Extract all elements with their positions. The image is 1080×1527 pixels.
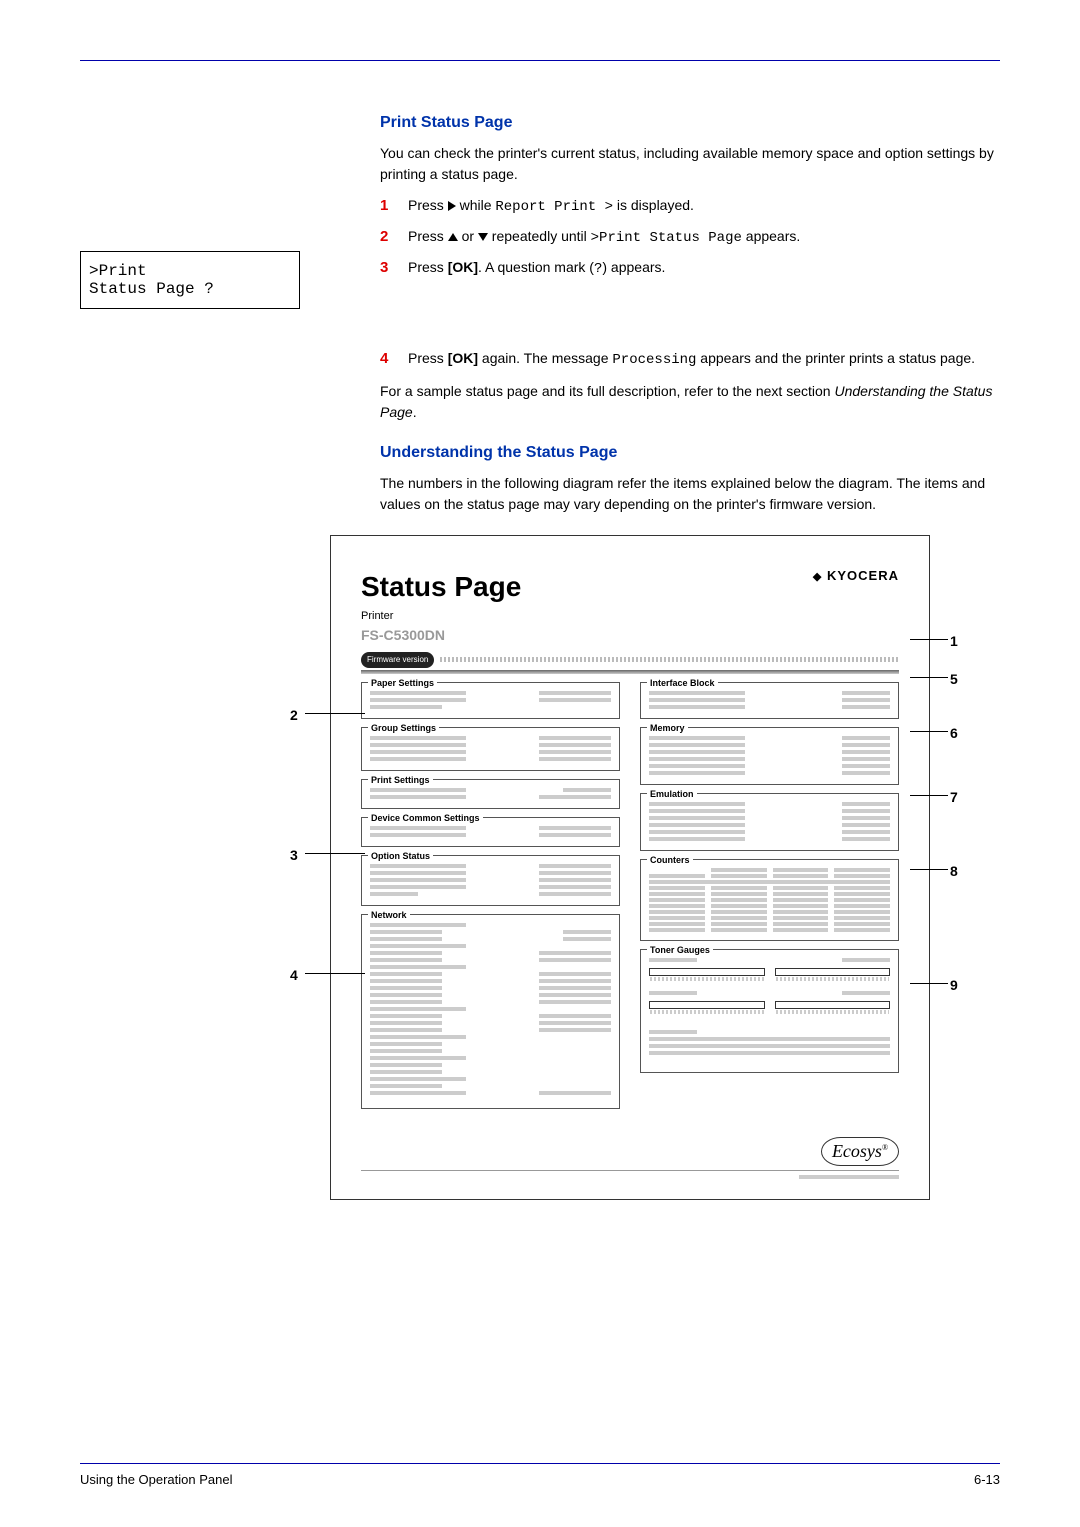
callout-7: 7: [950, 787, 958, 808]
step-4: 4 Press [OK] again. The message Processi…: [380, 348, 1000, 371]
step-3-num: 3: [380, 257, 396, 280]
status-page-mock: Status Page Printer FS-C5300DN ◆ KYOCERA…: [330, 535, 930, 1200]
kyocera-logo: ◆ KYOCERA: [813, 566, 899, 586]
heading-print-status: Print Status Page: [380, 111, 1000, 135]
lcd-line1: >Print: [89, 262, 291, 280]
heading-understanding: Understanding the Status Page: [380, 441, 1000, 465]
down-arrow-icon: [478, 233, 488, 241]
lcd-display: >Print Status Page ?: [80, 251, 300, 309]
callout-8: 8: [950, 861, 958, 882]
callout-3: 3: [290, 845, 298, 866]
firmware-label: Firmware version: [361, 652, 434, 668]
callout-5: 5: [950, 669, 958, 690]
after-text: For a sample status page and its full de…: [380, 381, 1000, 423]
callout-4: 4: [290, 965, 298, 986]
up-arrow-icon: [448, 233, 458, 241]
intro-text: You can check the printer's current stat…: [380, 143, 1000, 185]
right-arrow-icon: [448, 201, 456, 211]
callout-6: 6: [950, 723, 958, 744]
step-4-num: 4: [380, 348, 396, 371]
step-1: 1 Press while Report Print > is displaye…: [380, 195, 1000, 218]
step-1-num: 1: [380, 195, 396, 218]
callout-2: 2: [290, 705, 298, 726]
lcd-line2: Status Page ?: [89, 280, 291, 298]
footer-left: Using the Operation Panel: [80, 1472, 232, 1487]
step-2: 2 Press or repeatedly until >Print Statu…: [380, 226, 1000, 249]
callout-9: 9: [950, 975, 958, 996]
callout-1: 1: [950, 631, 958, 652]
footer-right: 6-13: [974, 1472, 1000, 1487]
ecosys-logo: Ecosys®: [361, 1137, 899, 1166]
sp-title: Status Page: [361, 566, 521, 608]
page-footer: Using the Operation Panel 6-13: [80, 1463, 1000, 1487]
step-3: 3 Press [OK]. A question mark (?) appear…: [380, 257, 1000, 280]
status-page-diagram: Status Page Printer FS-C5300DN ◆ KYOCERA…: [210, 535, 990, 1200]
intro2-text: The numbers in the following diagram ref…: [380, 473, 1000, 515]
step-2-num: 2: [380, 226, 396, 249]
